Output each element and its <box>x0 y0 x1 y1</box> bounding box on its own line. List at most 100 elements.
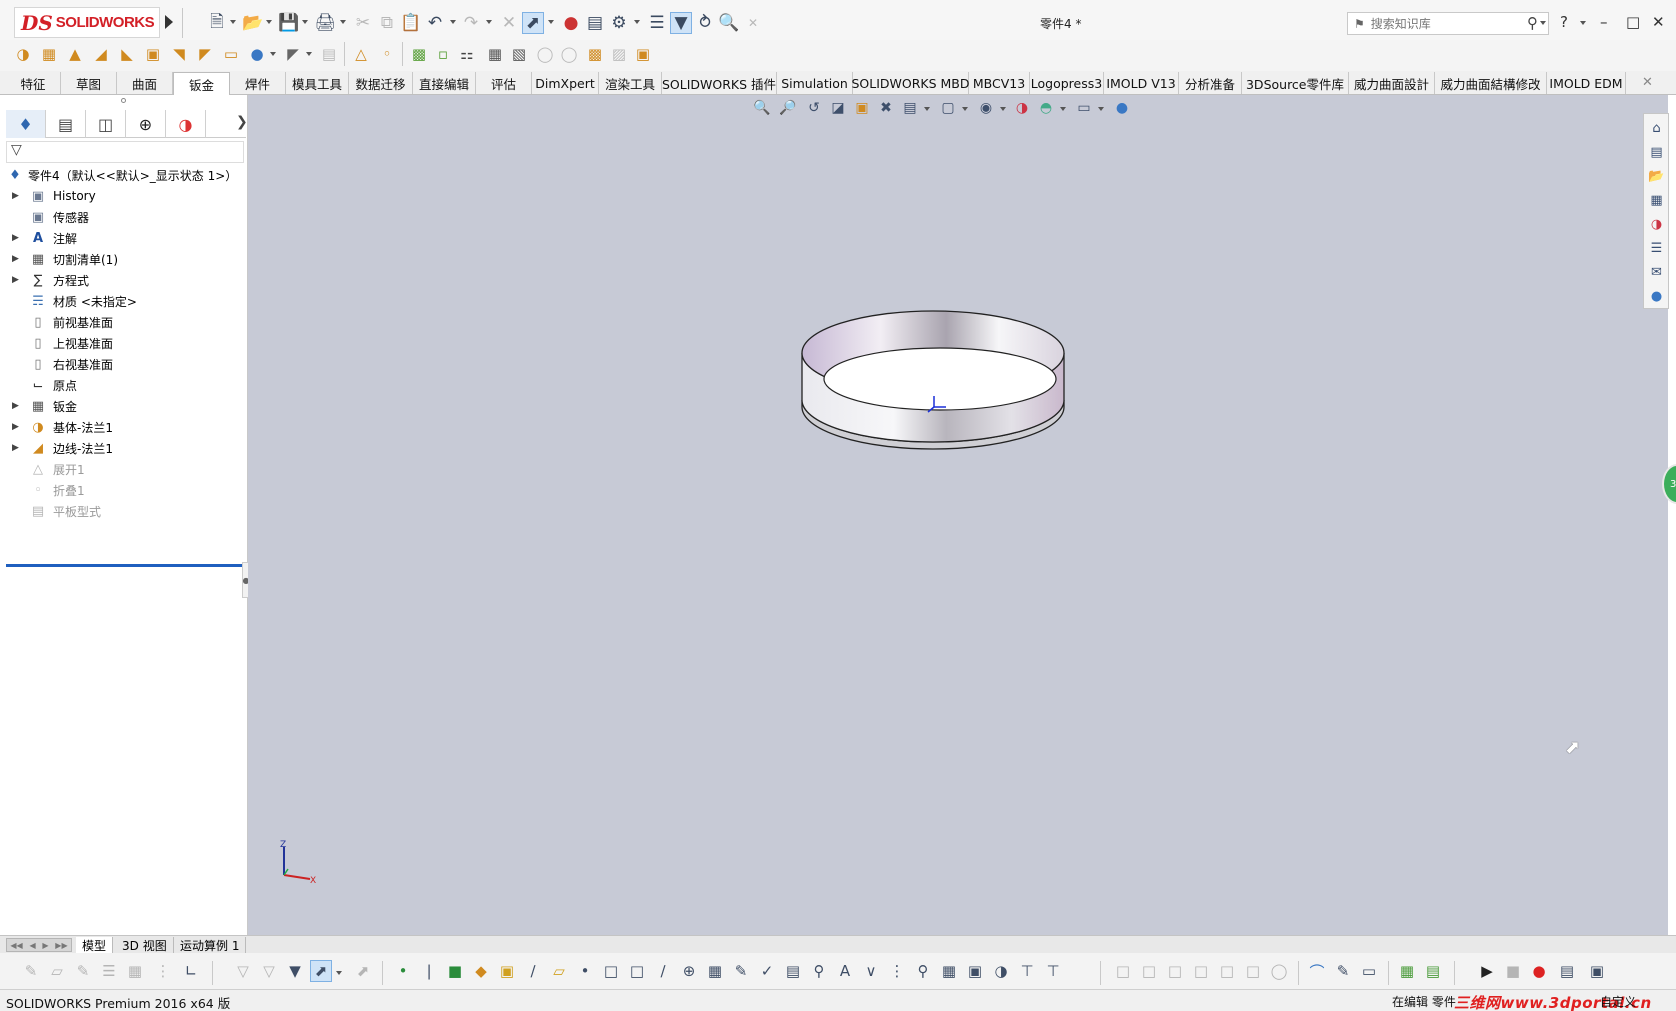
filter-planes-icon[interactable]: ▱ <box>548 960 570 982</box>
filter-dowel-pins-icon[interactable]: ▦ <box>938 960 960 982</box>
filter-mid-icon[interactable]: ⊤ <box>1016 960 1038 982</box>
lofted-bend-icon[interactable]: ▲ <box>64 43 86 65</box>
unfold-icon[interactable]: △ <box>350 43 372 65</box>
tab-scroll-arrows[interactable]: ◀◀ ◀ ▶ ▶▶ <box>6 938 72 952</box>
select-arrow-icon[interactable]: ⬈ <box>310 960 332 982</box>
view-palette-icon[interactable]: ▦ <box>1646 190 1667 211</box>
close-tabs-icon[interactable]: ✕ <box>1642 75 1653 90</box>
base-flange-icon[interactable]: ◑ <box>12 43 34 65</box>
hem-icon[interactable]: ▣ <box>142 43 164 65</box>
forming-tool-icon[interactable]: ◯ <box>558 43 580 65</box>
display-style-icon[interactable]: ▢ <box>938 98 958 118</box>
filter-edges-icon[interactable]: ❘ <box>418 960 440 982</box>
curve-icon[interactable]: ⌒ <box>1306 960 1328 982</box>
maximize-button[interactable]: □ <box>1626 13 1640 31</box>
dynamic-annotation-icon[interactable]: ▣ <box>852 98 872 118</box>
save-dropdown-arrow[interactable] <box>302 20 308 24</box>
tree-item-sheet-metal[interactable]: ▶ ▦ 钣金 <box>0 396 248 416</box>
expand-arrow-icon[interactable]: ▶ <box>12 254 19 264</box>
tab-mbcv13[interactable]: MBCV13 <box>969 72 1030 94</box>
filter-axes-icon[interactable]: ∕ <box>522 960 544 982</box>
tab-imold-edm[interactable]: IMOLD EDM <box>1547 72 1626 94</box>
tree-item-flat-pattern[interactable]: ▤ 平板型式 <box>0 501 248 521</box>
vent-icon[interactable]: ◯ <box>534 43 556 65</box>
view-right-icon[interactable]: □ <box>1190 960 1212 982</box>
display-icon[interactable]: ▭ <box>1358 960 1380 982</box>
zoom-to-fit-icon[interactable]: 🔍 <box>752 98 772 118</box>
filter-clear-icon[interactable]: ▽ <box>258 960 280 982</box>
apply-scene-icon[interactable]: ◓ <box>1036 98 1056 118</box>
tab-render-tools[interactable]: 渲染工具 <box>599 72 662 94</box>
open-icon[interactable]: 📂 <box>242 12 264 34</box>
previous-view-icon[interactable]: ↺ <box>804 98 824 118</box>
tab-features[interactable]: 特征 <box>6 72 61 94</box>
tab-solidworks-addins[interactable]: SOLIDWORKS 插件 <box>662 72 777 94</box>
tab-slot-icon[interactable]: ▧ <box>508 43 530 65</box>
view-settings-icon[interactable]: ▭ <box>1074 98 1094 118</box>
options-dropdown-arrow[interactable] <box>634 20 640 24</box>
tab-simulation[interactable]: Simulation <box>777 72 853 94</box>
section-view-icon[interactable]: ◪ <box>828 98 848 118</box>
tree-item-history[interactable]: ▶ ▣ History <box>0 186 248 206</box>
play-icon[interactable]: ▶ <box>1476 960 1498 982</box>
tree-item-fold[interactable]: ◦ 折叠1 <box>0 480 248 500</box>
home-icon[interactable]: ⌂ <box>1646 118 1667 139</box>
filter-center-marks-icon[interactable]: ∕ <box>652 960 674 982</box>
file-explorer-icon[interactable]: 📂 <box>1646 166 1667 187</box>
propertymanager-icon[interactable]: ▤ <box>46 110 86 138</box>
tab-weldments[interactable]: 焊件 <box>230 72 286 94</box>
filter-connection-points-icon[interactable]: ▣ <box>964 960 986 982</box>
edge-flange-icon[interactable]: ◢ <box>90 43 112 65</box>
no-bends-icon[interactable]: ▫ <box>432 43 454 65</box>
tab-sheet-metal[interactable]: 钣金 <box>173 72 230 96</box>
forum-icon[interactable]: ✉ <box>1646 262 1667 283</box>
filter-mates-icon[interactable]: ⊤ <box>1042 960 1064 982</box>
break-corner-icon[interactable]: ▤ <box>318 43 340 65</box>
tab-imold-v13[interactable]: IMOLD V13 <box>1104 72 1179 94</box>
filter-faces-icon[interactable]: ■ <box>444 960 466 982</box>
redo-dropdown-arrow[interactable] <box>486 20 492 24</box>
welded-corner-icon[interactable]: ◤ <box>282 43 304 65</box>
filter-toggle-icon[interactable]: ▼ <box>284 960 306 982</box>
record-icon[interactable]: ● <box>1528 960 1550 982</box>
filter-midpoints-icon[interactable]: □ <box>626 960 648 982</box>
macro-edit-icon[interactable]: ▤ <box>1422 960 1444 982</box>
paste-icon[interactable]: 📋 <box>400 12 422 34</box>
view-orientation-dropdown-arrow[interactable] <box>924 107 930 111</box>
select-dropdown-arrow[interactable] <box>336 971 342 975</box>
new-document-icon[interactable]: 🗎 <box>206 12 228 34</box>
custom-properties-icon[interactable]: ☰ <box>1646 238 1667 259</box>
solid-from-sheetmetal-icon[interactable]: ▩ <box>584 43 606 65</box>
filter-slider-icon[interactable]: ⋮ <box>152 960 174 982</box>
filter-blocks-icon[interactable]: ⚲ <box>912 960 934 982</box>
tree-item-cut-list[interactable]: ▶ ▦ 切割清单(1) <box>0 249 248 269</box>
undo-icon[interactable]: ↶ <box>424 12 446 34</box>
lines-icon[interactable]: ☰ <box>98 960 120 982</box>
expand-arrow-icon[interactable]: ▶ <box>12 233 19 243</box>
3d-drawing-view-icon[interactable]: ✖ <box>876 98 896 118</box>
expand-arrow-icon[interactable]: ▶ <box>12 443 19 453</box>
expand-arrow-icon[interactable]: ▶ <box>12 422 19 432</box>
filter-sketch-points-icon[interactable]: • <box>574 960 596 982</box>
traffic-light-icon[interactable]: ● <box>560 12 582 34</box>
new-dropdown-arrow[interactable] <box>230 20 236 24</box>
filter-surface-finish-icon[interactable]: ✎ <box>730 960 752 982</box>
tree-item-material[interactable]: ☴ 材质 <未指定> <box>0 291 248 311</box>
tab-power-surfacing[interactable]: 威力曲面設計 <box>1349 72 1435 94</box>
tab-direct-editing[interactable]: 直接编辑 <box>413 72 476 94</box>
zoom-to-area-icon[interactable]: 🔎 <box>778 98 798 118</box>
filter-weld-symbols-icon[interactable]: A <box>834 960 856 982</box>
graphics-area[interactable]: 🔍 🔎 ↺ ◪ ▣ ✖ ▤ ▢ ◉ ◑ ◓ ▭ ● Z X ⬈ <box>248 95 1668 937</box>
filter-vertices-icon[interactable]: • <box>392 960 414 982</box>
expand-arrow-icon[interactable]: ▶ <box>12 275 19 285</box>
jog-icon[interactable]: ◥ <box>168 43 190 65</box>
delete-icon[interactable]: ✕ <box>498 12 520 34</box>
save-icon[interactable]: 💾 <box>278 12 300 34</box>
chart-axes-icon[interactable]: ∟ <box>180 960 202 982</box>
rollback-bar[interactable] <box>6 564 246 567</box>
tree-item-equations[interactable]: ▶ ∑ 方程式 <box>0 270 248 290</box>
grid-icon[interactable]: ▦ <box>124 960 146 982</box>
convert-to-sheetmetal-icon[interactable]: ▦ <box>38 43 60 65</box>
welded-corner-dropdown-arrow[interactable] <box>306 52 312 56</box>
tab-3dsource-library[interactable]: 3DSource零件库 <box>1242 72 1349 94</box>
